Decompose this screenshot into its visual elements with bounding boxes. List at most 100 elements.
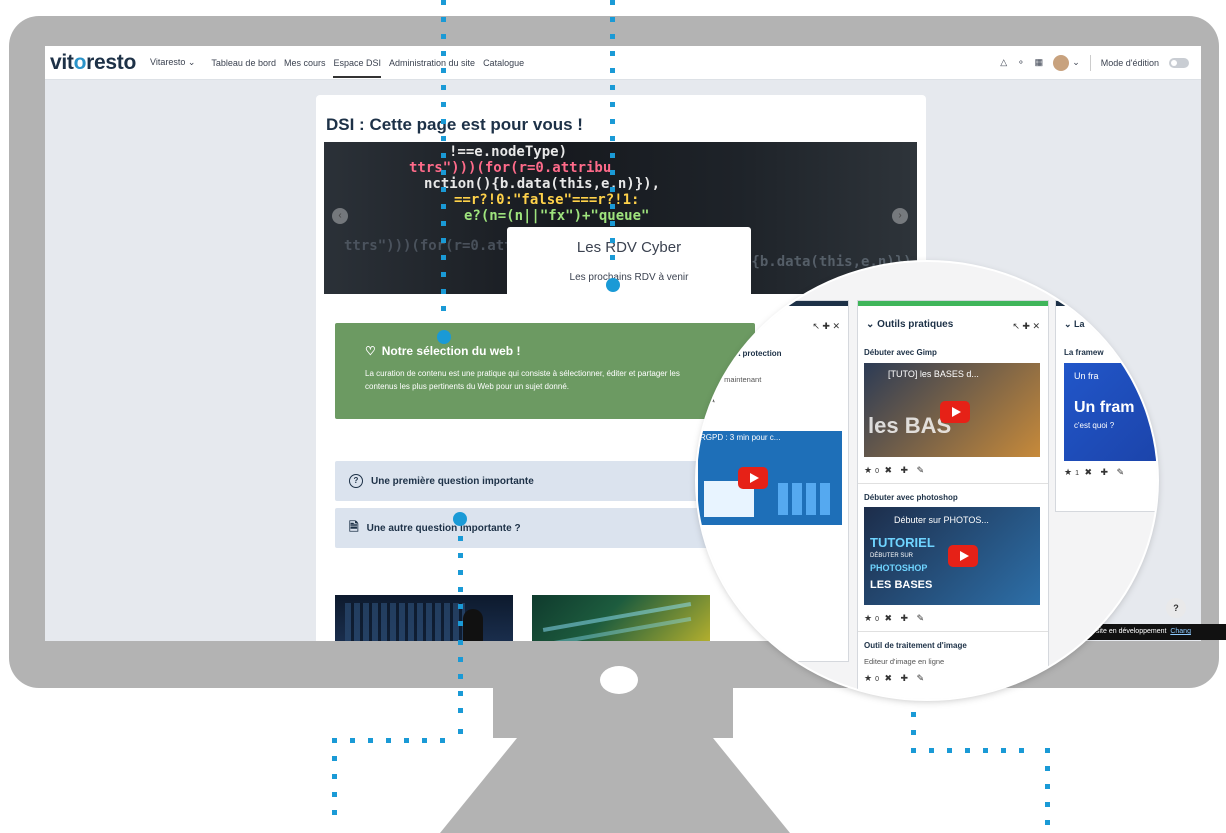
nav-item-site-admin[interactable]: Administration du site	[389, 58, 475, 68]
play-icon[interactable]	[948, 545, 978, 567]
faq-item[interactable]: 🗎 Une autre question importante ?	[335, 508, 755, 548]
connector-dot	[610, 85, 615, 90]
connector-dot	[610, 255, 615, 260]
connector-dot	[441, 153, 446, 158]
column-actions[interactable]: ↖ ✚ ✕	[1012, 321, 1040, 332]
user-menu[interactable]: ⌄	[1053, 54, 1080, 71]
connector-dot	[610, 51, 615, 56]
connector-dot	[441, 136, 446, 141]
video-thumbnail[interactable]: Débuter sur PHOTOS... TUTORIEL DÉBUTER S…	[864, 507, 1040, 605]
faq-item[interactable]: ? Une première question importante	[335, 461, 755, 501]
connector-dot	[386, 738, 391, 743]
avatar	[1053, 54, 1070, 71]
connector-dot	[610, 221, 615, 226]
column-actions[interactable]: ↖ ✚ ✕	[812, 321, 840, 332]
video-title: Un fra	[1074, 371, 1099, 381]
web-selection-title: ♡ Notre sélection du web !	[365, 344, 520, 358]
page-title: DSI : Cette page est pour vous !	[326, 115, 583, 134]
connector-dot	[441, 17, 446, 22]
help-button[interactable]: ?	[1166, 598, 1186, 618]
connector-dot	[965, 748, 970, 753]
connector-dot	[332, 756, 337, 761]
connector-dot	[441, 0, 446, 5]
connector-node	[606, 278, 620, 292]
nav-item-my-courses[interactable]: Mes cours	[284, 58, 326, 68]
connector-dot	[1001, 748, 1006, 753]
video-overlay-text: Un fram	[1074, 399, 1135, 416]
video-overlay-text: LES BASES	[870, 579, 933, 591]
carousel-subtitle: Les prochains RDV à venir	[569, 272, 689, 283]
tool-item-actions[interactable]: ★0 ✖ ✚ ✎	[864, 673, 927, 684]
connector-node	[453, 512, 467, 526]
carousel-next-icon[interactable]: ›	[892, 208, 908, 224]
connector-dot	[610, 136, 615, 141]
tool-item-label: Débuter avec Gimp	[864, 348, 937, 357]
play-icon[interactable]	[940, 401, 970, 423]
connector-dot	[610, 102, 615, 107]
video-overlay-text: PHOTOSHOP	[870, 563, 928, 573]
connector-dot	[441, 289, 446, 294]
video-thumbnail[interactable]: RGPD : 3 min pour c...	[698, 431, 842, 525]
video-thumbnail[interactable]: [TUTO] les BASES d... les BAS	[864, 363, 1040, 457]
connector-dot	[332, 810, 337, 815]
right-item-label: La framew	[1064, 348, 1104, 357]
connector-dot	[441, 306, 446, 311]
thumbnail-image[interactable]	[532, 595, 710, 641]
apps-grid-icon[interactable]: ▦	[1035, 57, 1044, 68]
connector-dot	[368, 738, 373, 743]
edit-mode-toggle[interactable]	[1169, 57, 1189, 68]
connector-dot	[458, 691, 463, 696]
connector-dot	[911, 730, 916, 735]
connector-dot	[458, 570, 463, 575]
thumbnail-image[interactable]	[335, 595, 513, 641]
right-item-actions[interactable]: ★1 ✖ ✚ ✎	[1064, 467, 1127, 478]
nav-right: △ ⚬ ▦ ⌄ Mode d'édition	[1000, 46, 1189, 79]
connector-dot	[441, 51, 446, 56]
connector-dot	[929, 748, 934, 753]
video-overlay-text: les BAS	[868, 413, 952, 438]
tools-column: ⌄ Outils pratiques ↖ ✚ ✕ Débuter avec Gi…	[857, 300, 1049, 699]
connector-dot	[458, 536, 463, 541]
connector-dot	[610, 119, 615, 124]
move-icon[interactable]: ✚ ✎	[697, 533, 704, 544]
dev-footer-link[interactable]: Chang	[1170, 628, 1191, 635]
site-logo[interactable]: vitoresto	[50, 51, 136, 75]
connector-dot	[458, 587, 463, 592]
play-icon[interactable]	[738, 467, 768, 489]
nav-item-catalog[interactable]: Catalogue	[483, 58, 524, 68]
tool-item-actions[interactable]: ★0 ✖ ✚ ✎	[864, 465, 927, 476]
edit-icon[interactable]: ✎	[708, 395, 716, 406]
column-header-bar	[697, 301, 848, 306]
video-overlay-text: c'est quoi ?	[1074, 421, 1115, 430]
tool-item-actions[interactable]: ★0 ✖ ✚ ✎	[864, 613, 927, 624]
connector-dot	[458, 708, 463, 713]
connector-dot	[947, 748, 952, 753]
connector-dot	[332, 738, 337, 743]
faq-label: Une première question importante	[371, 475, 534, 487]
video-title: [TUTO] les BASES d...	[888, 369, 979, 379]
chat-icon[interactable]: ⚬	[1017, 57, 1025, 68]
question-icon: ?	[349, 474, 363, 488]
nav-item-dashboard[interactable]: Tableau de bord	[211, 58, 276, 68]
power-button	[600, 666, 638, 694]
connector-dot	[610, 153, 615, 158]
carousel-title: Les RDV Cyber	[576, 239, 682, 256]
connector-dot	[458, 553, 463, 558]
monitor-foot	[440, 738, 790, 833]
dev-footer-text: site en développement	[1096, 628, 1167, 635]
connector-dot	[441, 204, 446, 209]
carousel-prev-icon[interactable]: ‹	[332, 208, 348, 224]
connector-dot	[610, 238, 615, 243]
top-navbar: vitoresto Vitaresto ⌄ Tableau de bord Me…	[45, 46, 1201, 80]
code-line: ttrs")))(for(r=0.attribu	[409, 160, 612, 176]
bell-icon[interactable]: △	[1000, 57, 1007, 68]
connector-dot	[911, 712, 916, 717]
connector-dot	[983, 748, 988, 753]
nav-item-dsi-space[interactable]: Espace DSI	[333, 48, 382, 78]
video-thumbnail[interactable]: Un fra Un fram c'est quoi ?	[1064, 363, 1157, 461]
nav-item-vitaresto[interactable]: Vitaresto ⌄	[150, 57, 195, 68]
connector-dot	[610, 170, 615, 175]
edit-mode-label: Mode d'édition	[1100, 57, 1159, 68]
connector-dot	[610, 187, 615, 192]
document-icon: 🗎	[349, 519, 359, 534]
